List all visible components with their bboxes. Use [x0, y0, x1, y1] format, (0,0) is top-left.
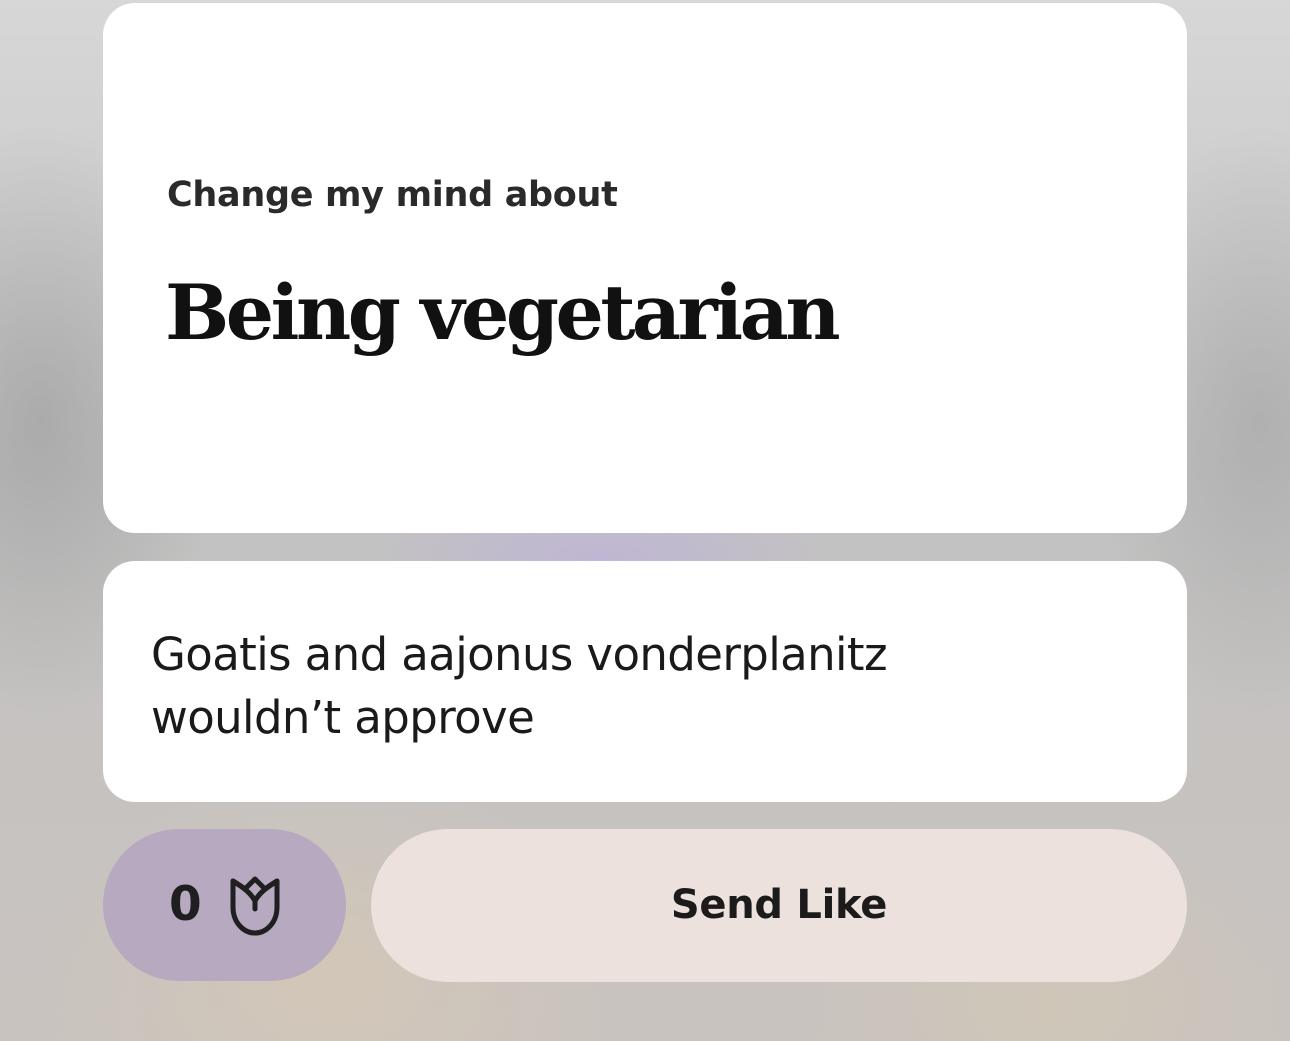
send-like-label: Send Like — [670, 882, 888, 928]
prompt-card[interactable]: Change my mind about Being vegetarian — [103, 3, 1187, 533]
answer-card[interactable]: Goatis and aajonus vonderplanitz wouldn’… — [103, 561, 1187, 802]
answer-text: Goatis and aajonus vonderplanitz wouldn’… — [151, 628, 888, 744]
rose-icon — [230, 876, 280, 936]
prompt-title: Being vegetarian — [165, 268, 841, 357]
prompt-label: Change my mind about — [167, 175, 618, 215]
rose-count: 0 — [169, 877, 202, 932]
send-like-button[interactable]: Send Like — [371, 829, 1187, 982]
send-rose-button[interactable]: 0 — [103, 829, 346, 981]
